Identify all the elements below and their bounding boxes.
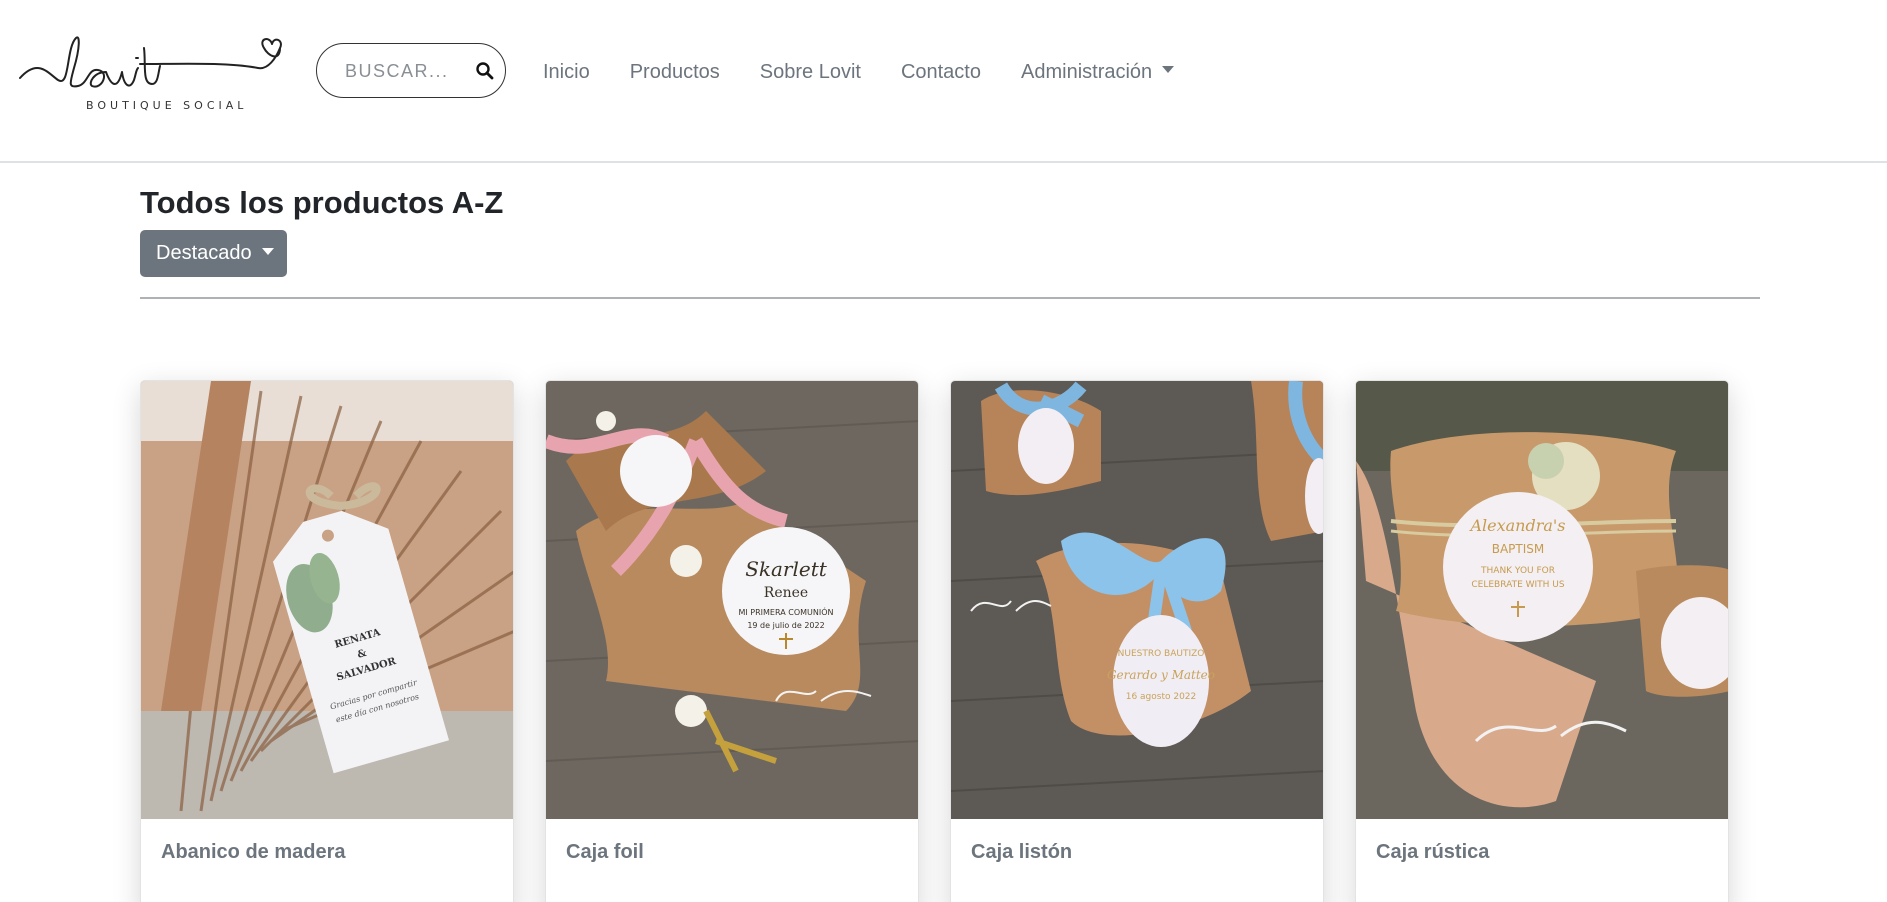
tag-text: Skarlett <box>745 557 828 581</box>
sort-dropdown-button[interactable]: Destacado <box>140 230 287 277</box>
caret-down-icon <box>261 248 274 256</box>
product-card[interactable]: Alexandra's BAPTISM THANK YOU FOR CELEBR… <box>1355 380 1729 902</box>
nav-productos[interactable]: Productos <box>610 58 740 86</box>
product-name[interactable]: Caja foil <box>566 841 644 864</box>
product-name[interactable]: Caja listón <box>971 841 1072 864</box>
nav-label: Administración <box>1021 61 1153 83</box>
tag-text: THANK YOU FOR <box>1480 566 1555 576</box>
nav-inicio[interactable]: Inicio <box>523 58 610 86</box>
tag-text: MI PRIMERA COMUNIÓN <box>738 606 833 617</box>
navbar: BOUTIQUE SOCIAL Inicio Productos Sobre L… <box>0 0 1887 163</box>
search-input[interactable] <box>345 58 465 84</box>
logo-subtitle: BOUTIQUE SOCIAL <box>86 99 248 112</box>
product-name[interactable]: Caja rústica <box>1376 841 1489 864</box>
search-box[interactable] <box>316 43 506 98</box>
nav-label: Sobre Lovit <box>759 61 861 83</box>
nav-label: Inicio <box>543 61 590 83</box>
product-name[interactable]: Abanico de madera <box>161 841 346 864</box>
product-card[interactable]: Skarlett Renee MI PRIMERA COMUNIÓN 19 de… <box>545 380 919 902</box>
product-image[interactable]: NUESTRO BAUTIZO Gerardo y Matteo 16 agos… <box>951 381 1323 819</box>
brand-logo[interactable]: BOUTIQUE SOCIAL <box>18 28 300 114</box>
tag-text: Alexandra's <box>1468 516 1565 535</box>
tag-text: CELEBRATE WITH US <box>1471 580 1565 590</box>
nav-contacto[interactable]: Contacto <box>881 58 1001 86</box>
divider <box>140 297 1760 299</box>
tag-text: NUESTRO BAUTIZO <box>1118 649 1205 659</box>
product-card[interactable]: NUESTRO BAUTIZO Gerardo y Matteo 16 agos… <box>950 380 1324 902</box>
tag-text: Gerardo y Matteo <box>1107 668 1215 682</box>
nav-label: Contacto <box>900 61 981 83</box>
product-image[interactable]: Alexandra's BAPTISM THANK YOU FOR CELEBR… <box>1356 381 1728 819</box>
tag-text: Renee <box>764 585 808 601</box>
search-icon[interactable] <box>475 61 495 81</box>
caret-down-icon <box>1162 66 1175 74</box>
nav-label: Productos <box>629 61 720 83</box>
tag-text: 16 agosto 2022 <box>1126 692 1197 702</box>
product-card[interactable]: RENATA & SALVADOR Gracias por compartir … <box>140 380 514 902</box>
tag-text: BAPTISM <box>1492 542 1545 556</box>
sort-selected-label: Destacado <box>156 242 252 264</box>
tag-text: 19 de julio de 2022 <box>747 621 824 630</box>
nav-sobre-lovit[interactable]: Sobre Lovit <box>740 58 881 86</box>
page-title: Todos los productos A-Z <box>140 185 504 220</box>
nav-administracion-dropdown[interactable]: Administración <box>1001 58 1194 86</box>
product-image[interactable]: Skarlett Renee MI PRIMERA COMUNIÓN 19 de… <box>546 381 918 819</box>
product-image[interactable]: RENATA & SALVADOR Gracias por compartir … <box>141 381 513 819</box>
main-nav: Inicio Productos Sobre Lovit Contacto Ad… <box>523 58 1194 86</box>
